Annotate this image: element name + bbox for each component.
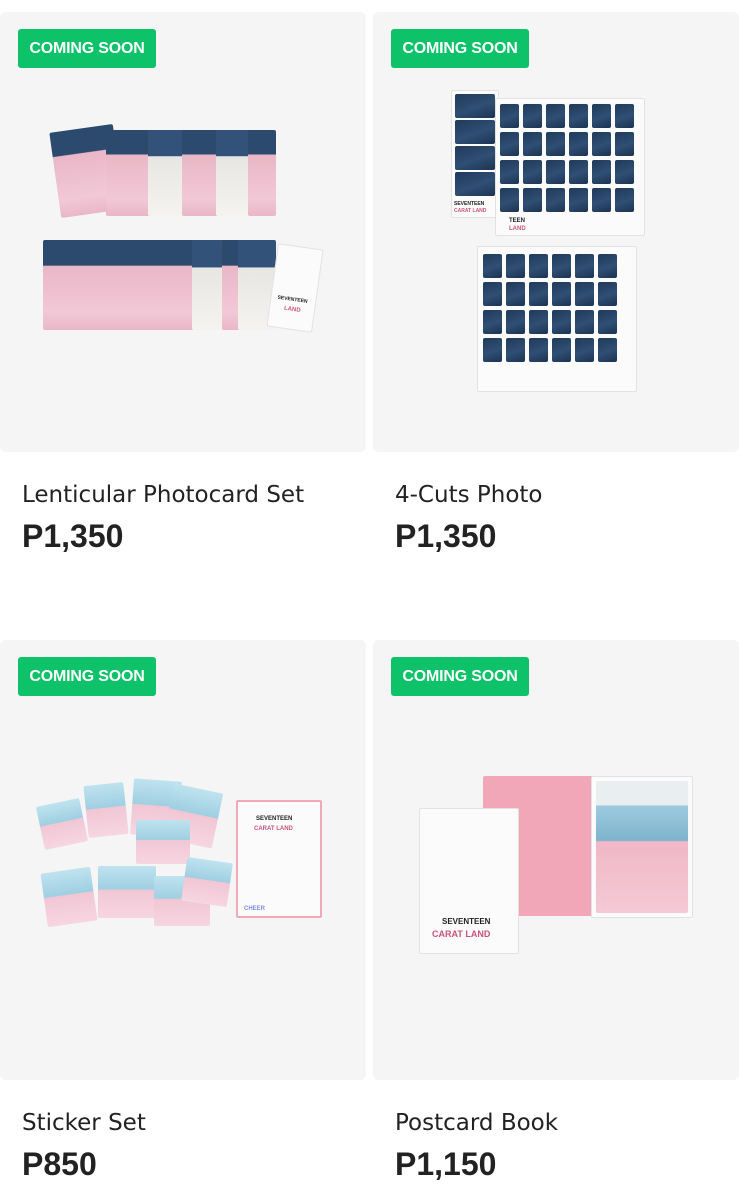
teen-text: TEEN (509, 218, 526, 224)
product-thumbnail[interactable]: COMING SOON SEVENTEEN CARAT LAND (373, 640, 739, 1080)
product-thumbnail[interactable]: COMING SOON SEVENTEEN LAND (0, 12, 366, 452)
product-name[interactable]: Sticker Set (22, 1110, 146, 1136)
product-name[interactable]: Postcard Book (395, 1110, 558, 1136)
seventeen-mini-text: SEVENTEEN (277, 294, 308, 305)
book-seventeen-text: SEVENTEEN (442, 917, 491, 926)
coming-soon-badge: COMING SOON (18, 657, 156, 696)
product-card[interactable]: COMING SOON SEVENTEEN LAND Lenticular Ph… (0, 12, 366, 554)
postcard-book-image: SEVENTEEN CARAT LAND (419, 776, 699, 956)
product-price: P850 (22, 1146, 97, 1182)
seventeen-text: SEVENTEEN (454, 201, 485, 207)
book-carat-land-text: CARAT LAND (432, 929, 491, 939)
product-price: P1,150 (395, 1146, 497, 1182)
sticker-cheer-text: CHEER (244, 906, 266, 912)
product-thumbnail[interactable]: COMING SOON SEVENTEEN CARAT LAND CHEER (0, 640, 366, 1080)
product-card[interactable]: COMING SOON SEVENTEEN CARAT LAND CHEER S… (0, 640, 366, 1182)
product-name[interactable]: 4-Cuts Photo (395, 482, 543, 508)
sticker-carat-land-text: CARAT LAND (254, 826, 293, 832)
sticker-set-image: SEVENTEEN CARAT LAND CHEER (35, 778, 336, 940)
carat-land-mini-text: LAND (283, 305, 301, 314)
lenticular-photocard-set-image: SEVENTEEN LAND (40, 122, 330, 342)
sticker-seventeen-text: SEVENTEEN (256, 816, 293, 822)
coming-soon-badge: COMING SOON (18, 29, 156, 68)
coming-soon-badge: COMING SOON (391, 657, 529, 696)
4-cuts-photo-image: SEVENTEEN CARAT LAND TEEN LAND (451, 90, 651, 392)
product-card[interactable]: COMING SOON SEVENTEEN CARAT LAND TEEN LA… (373, 12, 739, 554)
land-text: LAND (509, 226, 526, 232)
product-price: P1,350 (22, 518, 124, 554)
product-thumbnail[interactable]: COMING SOON SEVENTEEN CARAT LAND (373, 12, 739, 452)
carat-land-text: CARAT LAND (454, 208, 487, 214)
product-name[interactable]: Lenticular Photocard Set (22, 482, 304, 508)
coming-soon-badge: COMING SOON (391, 29, 529, 68)
product-card[interactable]: COMING SOON SEVENTEEN CARAT LAND Postcar… (373, 640, 739, 1182)
product-price: P1,350 (395, 518, 497, 554)
